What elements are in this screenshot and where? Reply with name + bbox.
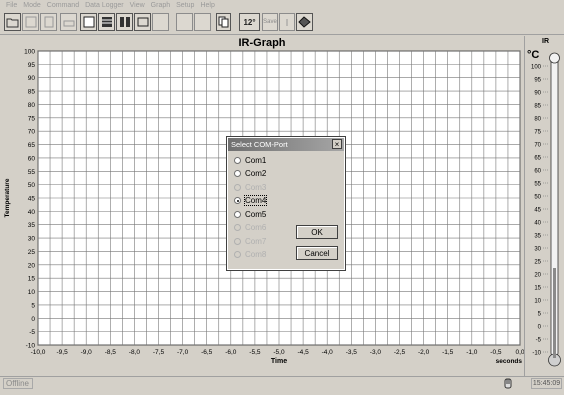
y-tick-label: 15 [28, 276, 36, 283]
radio-button[interactable] [234, 210, 241, 218]
com-port-option[interactable]: Com1 [234, 154, 266, 166]
x-axis-label: Time [271, 358, 287, 365]
x-axis-unit: seconds [496, 358, 523, 365]
close-icon[interactable]: × [332, 139, 342, 149]
x-tick-label: -5,5 [249, 349, 261, 356]
y-tick-label: 85 [28, 89, 36, 96]
y-tick-label: 70 [28, 129, 36, 136]
thermometer-unit: °C [527, 49, 540, 61]
radio-button [234, 237, 241, 245]
y-axis-label: Temperature [4, 178, 11, 217]
x-tick-label: -10,0 [31, 349, 46, 356]
y-tick-label: 90 [28, 75, 36, 82]
hand-icon[interactable] [502, 377, 514, 390]
com-port-label: Com1 [245, 155, 267, 165]
radio-button[interactable] [234, 156, 241, 164]
x-tick-label: -8,5 [105, 349, 117, 356]
radio-button [234, 251, 241, 258]
y-tick-label: 40 [28, 209, 36, 216]
thermometer-panel: IR °C [524, 36, 564, 376]
radio-button[interactable] [234, 170, 241, 177]
com-port-label: Com8 [245, 250, 267, 259]
com-port-label: Com3 [245, 182, 267, 192]
com-port-label: Com2 [245, 169, 267, 178]
com-port-option[interactable]: Com4 [234, 195, 268, 207]
radio-button[interactable] [234, 197, 241, 204]
com-port-option[interactable]: Com5 [234, 208, 266, 220]
x-tick-label: -9,0 [81, 349, 93, 356]
x-tick-label: -5,0 [273, 349, 285, 356]
com-port-label: Com6 [245, 223, 267, 232]
y-tick-label: 20 [28, 262, 36, 269]
y-tick-label: 35 [28, 222, 36, 229]
y-tick-label: 95 [28, 62, 36, 69]
y-tick-label: 0 [31, 316, 35, 323]
y-tick-label: 50 [28, 182, 36, 189]
x-tick-label: -6,0 [225, 349, 237, 356]
x-tick-label: -7,0 [177, 349, 189, 356]
x-tick-label: -2,0 [418, 349, 430, 356]
x-tick-label: -1,0 [466, 349, 478, 356]
y-tick-label: 60 [28, 155, 36, 162]
com-port-option: Com8 [234, 249, 266, 261]
y-tick-label: 80 [28, 102, 36, 109]
x-tick-label: -8,0 [129, 349, 141, 356]
radio-button [234, 183, 241, 191]
y-tick-label: 30 [28, 236, 36, 243]
ok-button[interactable]: OK [296, 225, 338, 239]
x-tick-label: -4,5 [297, 349, 309, 356]
com-port-option: Com3 [234, 181, 266, 193]
clock-time: 15:45:09 [531, 378, 562, 389]
connection-status: Offline [3, 378, 33, 389]
x-tick-label: -2,5 [394, 349, 406, 356]
y-tick-label: 55 [28, 169, 36, 176]
y-tick-label: 25 [28, 249, 36, 256]
x-tick-label: 0,0 [515, 349, 524, 356]
com-port-label: Com5 [245, 209, 267, 219]
x-tick-label: -0,5 [490, 349, 502, 356]
x-tick-label: -1,5 [442, 349, 454, 356]
radio-button [234, 224, 241, 231]
status-bar: Offline 15:45:09 [0, 376, 564, 390]
x-tick-label: -3,0 [370, 349, 382, 356]
dialog-title: Select COM-Port [231, 140, 288, 149]
x-tick-label: -9,5 [56, 349, 68, 356]
y-tick-label: 75 [28, 115, 36, 122]
y-tick-label: -5 [29, 329, 35, 336]
com-port-option: Com7 [234, 235, 266, 247]
y-tick-label: 45 [28, 196, 36, 203]
y-tick-label: 5 [31, 302, 35, 309]
com-port-option: Com6 [234, 222, 266, 234]
com-port-label: Com4 [243, 195, 268, 206]
x-tick-label: -6,5 [201, 349, 213, 356]
cancel-button[interactable]: Cancel [296, 246, 338, 260]
dialog-title-bar[interactable]: Select COM-Port × [228, 138, 344, 151]
com-port-label: Com7 [245, 236, 267, 246]
x-tick-label: -3,5 [346, 349, 358, 356]
x-tick-label: -7,5 [153, 349, 165, 356]
y-tick-label: 10 [28, 289, 36, 296]
y-tick-label: 100 [24, 49, 35, 56]
select-com-port-dialog: Select COM-Port × Com1 Com2 Com3 Com4 Com5 Co… [226, 136, 346, 271]
y-tick-label: 65 [28, 142, 36, 149]
thermometer-header: IR [542, 38, 549, 45]
com-port-option[interactable]: Com2 [234, 168, 266, 180]
x-tick-label: -4,0 [322, 349, 334, 356]
